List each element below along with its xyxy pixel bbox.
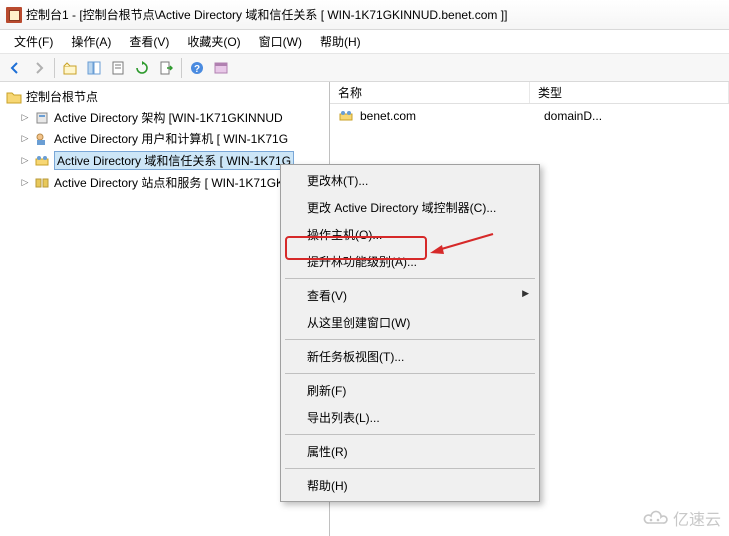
- expander-icon[interactable]: ▷: [20, 156, 30, 166]
- show-tree-button[interactable]: [83, 57, 105, 79]
- expander-icon[interactable]: ▷: [20, 178, 30, 188]
- help-button[interactable]: ?: [186, 57, 208, 79]
- ctx-refresh[interactable]: 刷新(F): [283, 377, 537, 404]
- tree-item-users[interactable]: ▷ Active Directory 用户和计算机 [ WIN-1K71G: [6, 128, 329, 149]
- ctx-change-dc[interactable]: 更改 Active Directory 域控制器(C)...: [283, 194, 537, 221]
- up-button[interactable]: [59, 57, 81, 79]
- ctx-view[interactable]: 查看(V): [283, 282, 537, 309]
- row-name: benet.com: [360, 109, 538, 123]
- toolbar-separator: [54, 58, 55, 78]
- export-button[interactable]: [155, 57, 177, 79]
- menu-action[interactable]: 操作(A): [63, 31, 119, 52]
- titlebar: 控制台1 - [控制台根节点\Active Directory 域和信任关系 […: [0, 0, 729, 30]
- ctx-help[interactable]: 帮助(H): [283, 472, 537, 499]
- sites-icon: [34, 175, 50, 191]
- tree-root-node[interactable]: 控制台根节点: [6, 86, 329, 107]
- tree-item-label: Active Directory 域和信任关系 [ WIN-1K71G: [54, 151, 294, 170]
- menubar: 文件(F) 操作(A) 查看(V) 收藏夹(O) 窗口(W) 帮助(H): [0, 30, 729, 54]
- svg-text:?: ?: [194, 64, 200, 75]
- menu-favorites[interactable]: 收藏夹(O): [179, 31, 248, 52]
- toolbar-separator: [181, 58, 182, 78]
- folder-icon: [6, 89, 22, 105]
- users-icon: [34, 131, 50, 147]
- toolbar: ?: [0, 54, 729, 82]
- ctx-separator: [285, 373, 535, 374]
- ctx-separator: [285, 278, 535, 279]
- refresh-button[interactable]: [131, 57, 153, 79]
- trusts-icon: [34, 153, 50, 169]
- column-type[interactable]: 类型: [530, 82, 729, 103]
- watermark: 亿速云: [641, 506, 721, 530]
- watermark-text: 亿速云: [673, 506, 721, 530]
- app-icon: [6, 7, 22, 23]
- ctx-new-window[interactable]: 从这里创建窗口(W): [283, 309, 537, 336]
- tree-root-label: 控制台根节点: [26, 88, 98, 105]
- forward-button[interactable]: [28, 57, 50, 79]
- ctx-ops-master[interactable]: 操作主机(O)...: [283, 221, 537, 248]
- ctx-properties[interactable]: 属性(R): [283, 438, 537, 465]
- ctx-raise-forest[interactable]: 提升林功能级别(A)...: [283, 248, 537, 275]
- row-type: domainD...: [544, 109, 602, 123]
- expander-icon[interactable]: ▷: [20, 113, 30, 123]
- tree-item-schema[interactable]: ▷ Active Directory 架构 [WIN-1K71GKINNUD: [6, 107, 329, 128]
- ctx-change-forest[interactable]: 更改林(T)...: [283, 167, 537, 194]
- menu-view[interactable]: 查看(V): [121, 31, 177, 52]
- window-title: 控制台1 - [控制台根节点\Active Directory 域和信任关系 […: [26, 6, 507, 23]
- list-header: 名称 类型: [330, 82, 729, 104]
- ctx-separator: [285, 468, 535, 469]
- ctx-export-list[interactable]: 导出列表(L)...: [283, 404, 537, 431]
- expander-icon[interactable]: ▷: [20, 134, 30, 144]
- customize-button[interactable]: [210, 57, 232, 79]
- menu-help[interactable]: 帮助(H): [312, 31, 369, 52]
- list-row[interactable]: benet.com domainD...: [330, 104, 729, 128]
- domain-icon: [338, 108, 354, 124]
- ctx-separator: [285, 434, 535, 435]
- back-button[interactable]: [4, 57, 26, 79]
- schema-icon: [34, 110, 50, 126]
- ctx-new-taskpad[interactable]: 新任务板视图(T)...: [283, 343, 537, 370]
- ctx-separator: [285, 339, 535, 340]
- menu-window[interactable]: 窗口(W): [251, 31, 310, 52]
- column-name[interactable]: 名称: [330, 82, 530, 103]
- tree-item-label: Active Directory 用户和计算机 [ WIN-1K71G: [54, 130, 288, 147]
- context-menu: 更改林(T)... 更改 Active Directory 域控制器(C)...…: [280, 164, 540, 502]
- tree-item-label: Active Directory 站点和服务 [ WIN-1K71GK: [54, 174, 284, 191]
- properties-button[interactable]: [107, 57, 129, 79]
- cloud-icon: [641, 509, 669, 527]
- menu-file[interactable]: 文件(F): [6, 31, 61, 52]
- tree-item-label: Active Directory 架构 [WIN-1K71GKINNUD: [54, 109, 283, 126]
